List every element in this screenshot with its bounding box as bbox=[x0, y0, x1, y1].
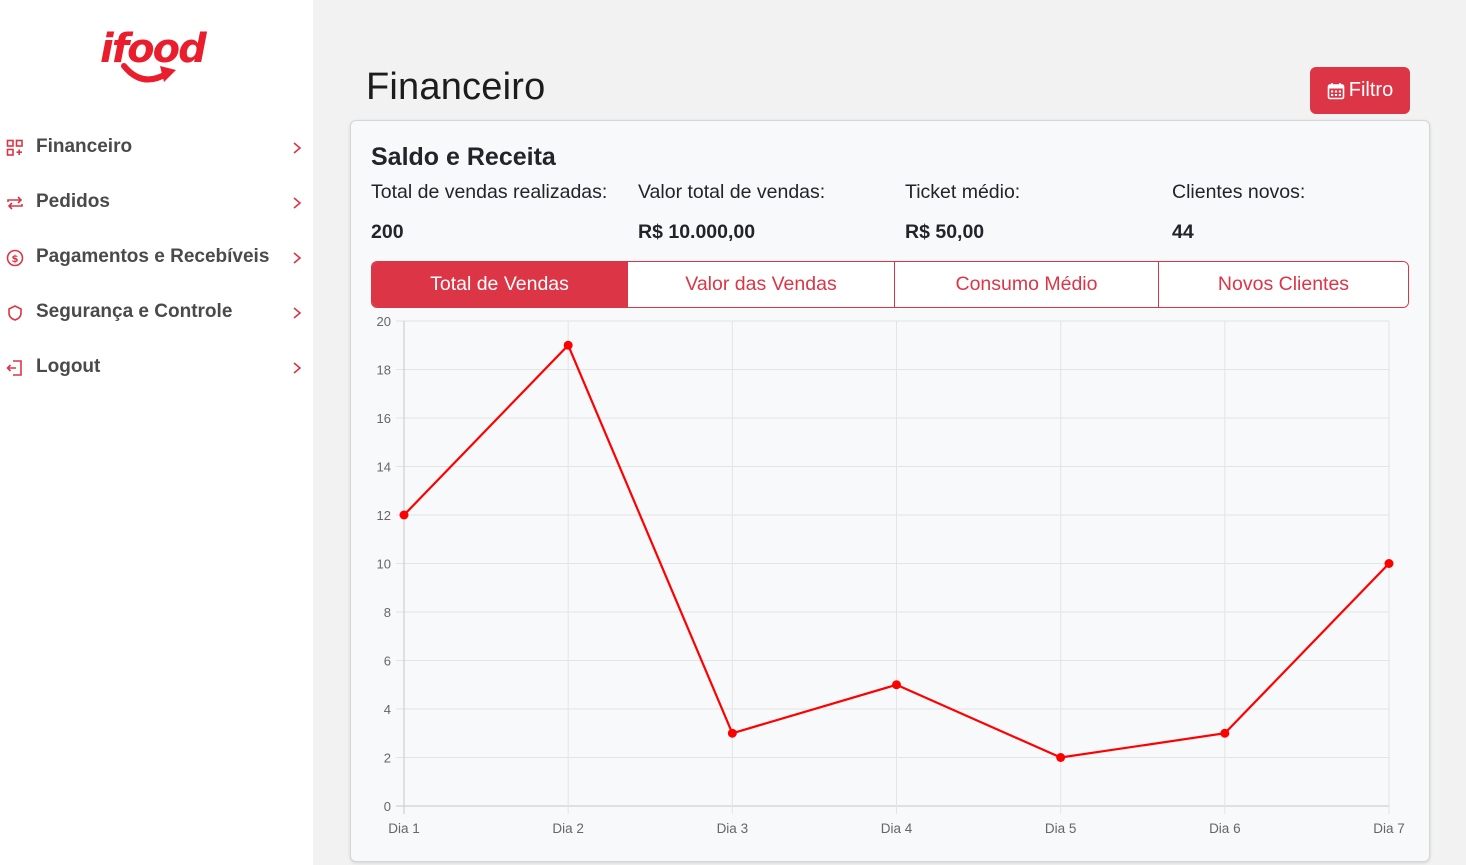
chevron-right-icon bbox=[293, 252, 302, 264]
x-tick-label: Dia 2 bbox=[552, 821, 584, 836]
chevron-right-icon bbox=[293, 197, 302, 209]
sidebar-nav: Financeiro Pedidos $ Pagamentos e Recebí… bbox=[0, 120, 313, 395]
calendar-icon bbox=[1327, 82, 1345, 99]
sidebar-item-seguranca[interactable]: Segurança e Controle bbox=[0, 285, 313, 340]
logout-icon bbox=[6, 360, 22, 376]
y-tick-label: 20 bbox=[377, 314, 391, 329]
x-tick-label: Dia 1 bbox=[388, 821, 420, 836]
filter-button-label: Filtro bbox=[1348, 79, 1394, 101]
y-tick-label: 12 bbox=[377, 508, 391, 523]
page-title: Financeiro bbox=[366, 66, 546, 108]
sidebar-item-logout[interactable]: Logout bbox=[0, 340, 313, 395]
y-tick-label: 16 bbox=[377, 411, 391, 426]
data-point bbox=[727, 728, 737, 738]
x-tick-label: Dia 6 bbox=[1209, 821, 1241, 836]
grid-qr-icon bbox=[6, 139, 23, 156]
sidebar: ifood Financeiro Pedidos $ Pagamentos e … bbox=[0, 0, 313, 865]
y-tick-label: 2 bbox=[384, 751, 391, 766]
chevron-right-icon bbox=[293, 307, 302, 319]
svg-text:$: $ bbox=[12, 254, 19, 265]
sales-line-chart: 0 2 4 6 8 10 12 14 16 18 20 Dia 1 Dia 2 Dia 3 Dia 4 Dia… bbox=[377, 314, 1405, 836]
sidebar-item-pedidos[interactable]: Pedidos bbox=[0, 175, 313, 230]
repeat-arrows-icon bbox=[7, 196, 23, 210]
logo-smile-arrow-icon bbox=[121, 63, 176, 83]
sidebar-item-label: Pedidos bbox=[36, 191, 110, 212]
y-tick-label: 18 bbox=[377, 363, 391, 378]
chevron-right-icon bbox=[293, 142, 302, 154]
y-tick-label: 6 bbox=[384, 654, 391, 669]
sidebar-item-label: Logout bbox=[36, 356, 101, 377]
main-content: Financeiro Filtro Saldo e Receita Total … bbox=[313, 0, 1466, 865]
y-tick-label: 0 bbox=[384, 799, 391, 814]
ifood-logo[interactable]: ifood bbox=[100, 24, 212, 90]
x-tick-label: Dia 5 bbox=[1045, 821, 1077, 836]
balance-revenue-card: Saldo e Receita Total de vendas realizad… bbox=[350, 120, 1430, 862]
shield-icon bbox=[8, 305, 22, 321]
y-tick-label: 8 bbox=[384, 605, 391, 620]
dollar-circle-icon: $ bbox=[6, 249, 24, 267]
sidebar-item-label: Financeiro bbox=[36, 136, 133, 157]
x-tick-label: Dia 3 bbox=[717, 821, 749, 836]
sidebar-item-financeiro[interactable]: Financeiro bbox=[0, 120, 313, 175]
x-tick-label: Dia 7 bbox=[1373, 821, 1405, 836]
sidebar-item-label: Pagamentos e Recebíveis bbox=[36, 246, 270, 267]
data-point bbox=[892, 680, 901, 690]
data-point bbox=[399, 510, 409, 520]
sidebar-item-pagamentos[interactable]: $ Pagamentos e Recebíveis bbox=[0, 230, 313, 285]
y-tick-label: 4 bbox=[384, 702, 391, 717]
x-tick-label: Dia 4 bbox=[881, 821, 913, 836]
sidebar-item-label: Segurança e Controle bbox=[36, 301, 233, 322]
y-tick-label: 14 bbox=[377, 460, 391, 475]
data-point bbox=[1384, 559, 1394, 568]
data-point bbox=[1056, 753, 1066, 762]
y-tick-label: 10 bbox=[377, 557, 391, 572]
data-point bbox=[1220, 728, 1230, 738]
filter-button[interactable]: Filtro bbox=[1310, 67, 1410, 114]
chevron-right-icon bbox=[293, 362, 302, 374]
data-point bbox=[563, 340, 573, 350]
